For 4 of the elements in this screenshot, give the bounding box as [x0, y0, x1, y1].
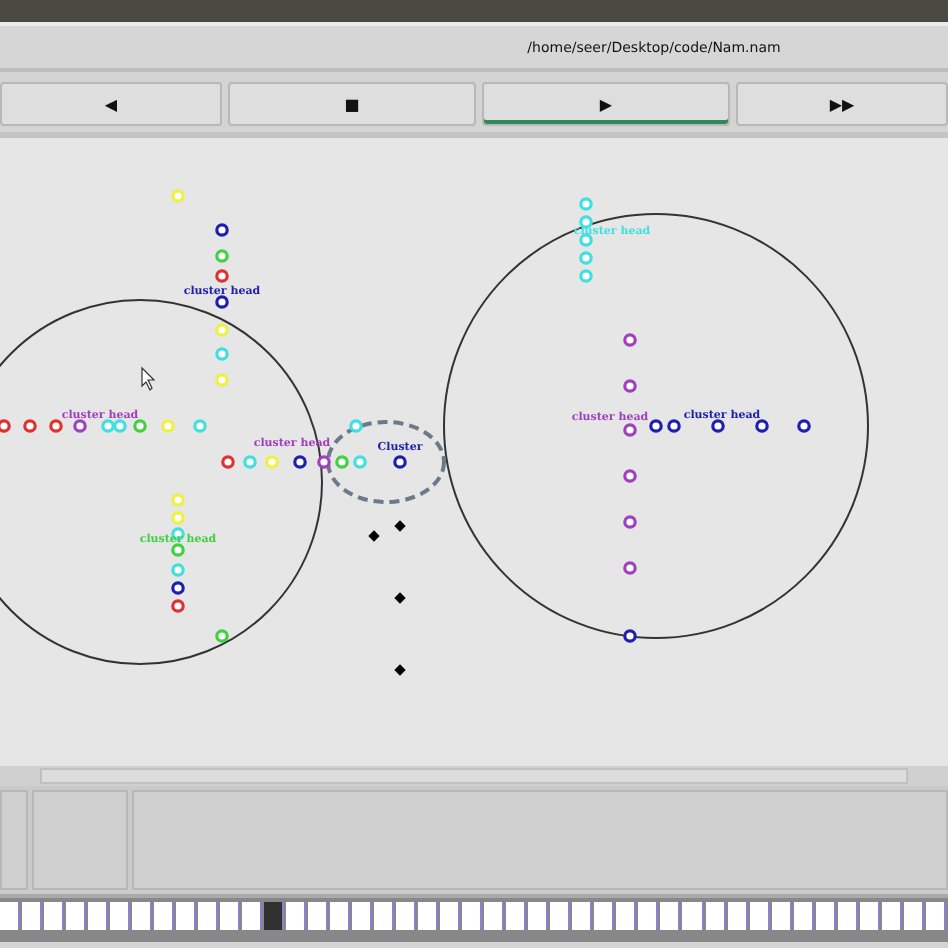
- playback-button[interactable]: ▶▶: [736, 82, 948, 126]
- playback-button[interactable]: ▶: [482, 82, 730, 126]
- playback-button[interactable]: ■: [228, 82, 476, 126]
- playback-button[interactable]: ◀: [0, 82, 222, 126]
